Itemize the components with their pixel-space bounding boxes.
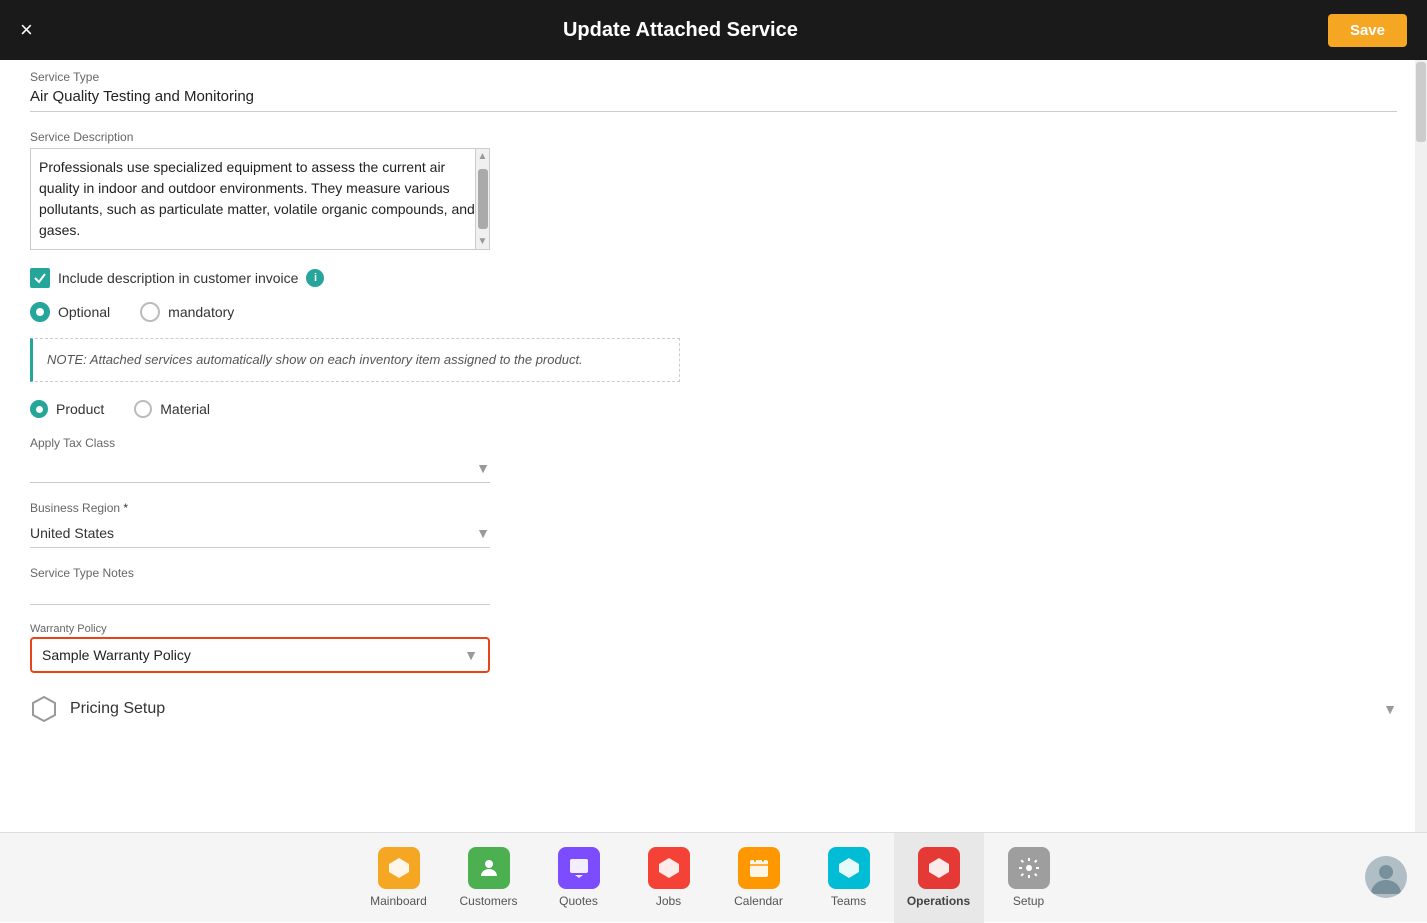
- mandatory-radio[interactable]: [140, 302, 160, 322]
- mainboard-icon: [378, 847, 420, 889]
- quotes-label: Quotes: [559, 894, 598, 908]
- business-region-value: United States: [30, 525, 476, 541]
- description-wrapper: Professionals use specialized equipment …: [30, 148, 490, 250]
- service-description-label: Service Description: [30, 130, 1397, 144]
- description-scrollbar[interactable]: ▲ ▼: [475, 149, 489, 249]
- quotes-icon: [558, 847, 600, 889]
- material-radio[interactable]: [134, 400, 152, 418]
- business-region-dropdown[interactable]: United States ▼: [30, 519, 490, 548]
- service-type-value: Air Quality Testing and Monitoring: [30, 88, 1397, 112]
- sidebar-item-operations[interactable]: Operations: [894, 833, 984, 923]
- info-icon[interactable]: i: [306, 269, 324, 287]
- sidebar-item-teams[interactable]: Teams: [804, 833, 894, 923]
- service-type-label: Service Type: [30, 70, 1397, 84]
- sidebar-item-mainboard[interactable]: Mainboard: [354, 833, 444, 923]
- main-scroll-thumb: [1416, 62, 1426, 142]
- apply-tax-class-dropdown[interactable]: ▼: [30, 454, 490, 483]
- warranty-policy-field: Warranty Policy Sample Warranty Policy ▼: [30, 623, 1397, 673]
- avatar[interactable]: [1365, 856, 1407, 898]
- warranty-policy-label: Warranty Policy: [30, 623, 1397, 635]
- calendar-icon: [738, 847, 780, 889]
- jobs-icon: [648, 847, 690, 889]
- sidebar-item-quotes[interactable]: Quotes: [534, 833, 624, 923]
- description-text: Professionals use specialized equipment …: [31, 149, 489, 249]
- product-label: Product: [56, 401, 104, 417]
- business-region-arrow-icon: ▼: [476, 525, 490, 541]
- teams-icon: [828, 847, 870, 889]
- tax-class-arrow-icon: ▼: [476, 460, 490, 476]
- customers-label: Customers: [459, 894, 517, 908]
- pricing-setup-label: Pricing Setup: [70, 700, 165, 718]
- teams-label: Teams: [831, 894, 866, 908]
- product-radio[interactable]: [30, 400, 48, 418]
- sidebar-item-jobs[interactable]: Jobs: [624, 833, 714, 923]
- scroll-up-arrow[interactable]: ▲: [478, 151, 488, 162]
- setup-icon: [1008, 847, 1050, 889]
- main-scrollbar[interactable]: [1415, 60, 1427, 832]
- service-type-field: Service Type Air Quality Testing and Mon…: [30, 60, 1397, 112]
- sidebar-item-setup[interactable]: Setup: [984, 833, 1074, 923]
- operations-icon: [918, 847, 960, 889]
- service-type-notes-input[interactable]: [30, 584, 490, 605]
- note-text: NOTE: Attached services automatically sh…: [47, 352, 583, 367]
- operations-label: Operations: [907, 894, 970, 908]
- service-type-notes-label: Service Type Notes: [30, 566, 1397, 580]
- warranty-policy-value: Sample Warranty Policy: [42, 647, 464, 663]
- business-region-label: Business Region: [30, 501, 1397, 515]
- optional-radio[interactable]: [30, 302, 50, 322]
- jobs-label: Jobs: [656, 894, 681, 908]
- mandatory-radio-item[interactable]: mandatory: [140, 302, 234, 322]
- bottom-nav: Mainboard Customers Quotes Jobs Calendar…: [0, 832, 1427, 922]
- include-description-checkbox[interactable]: [30, 268, 50, 288]
- material-radio-item[interactable]: Material: [134, 400, 210, 418]
- close-button[interactable]: ×: [20, 19, 33, 41]
- sidebar-item-customers[interactable]: Customers: [444, 833, 534, 923]
- product-radio-item[interactable]: Product: [30, 400, 104, 418]
- include-description-label: Include description in customer invoice: [58, 270, 298, 286]
- main-content: Service Type Air Quality Testing and Mon…: [0, 60, 1427, 832]
- page-title: Update Attached Service: [33, 19, 1328, 42]
- pricing-chevron-icon: ▼: [1383, 701, 1397, 717]
- business-region-field: Business Region United States ▼: [30, 501, 1397, 548]
- note-box: NOTE: Attached services automatically sh…: [30, 338, 680, 382]
- scroll-thumb: [478, 169, 488, 229]
- apply-tax-class-field: Apply Tax Class ▼: [30, 436, 1397, 483]
- mandatory-label: mandatory: [168, 304, 234, 320]
- service-type-notes-field: Service Type Notes: [30, 566, 1397, 605]
- customers-icon: [468, 847, 510, 889]
- pricing-setup-row[interactable]: Pricing Setup ▼: [30, 695, 1397, 723]
- optional-mandatory-row: Optional mandatory: [30, 302, 1397, 322]
- header: × Update Attached Service Save: [0, 0, 1427, 60]
- optional-label: Optional: [58, 304, 110, 320]
- mainboard-label: Mainboard: [370, 894, 427, 908]
- sidebar-item-calendar[interactable]: Calendar: [714, 833, 804, 923]
- apply-tax-class-label: Apply Tax Class: [30, 436, 1397, 450]
- warranty-policy-dropdown[interactable]: Sample Warranty Policy ▼: [30, 637, 490, 673]
- include-description-row: Include description in customer invoice …: [30, 268, 1397, 288]
- product-material-row: Product Material: [30, 400, 1397, 418]
- save-button[interactable]: Save: [1328, 14, 1407, 47]
- warranty-arrow-icon: ▼: [464, 647, 478, 663]
- scroll-down-arrow[interactable]: ▼: [478, 236, 488, 247]
- setup-label: Setup: [1013, 894, 1044, 908]
- pricing-setup-icon: [30, 695, 58, 723]
- service-description-field: Service Description Professionals use sp…: [30, 130, 1397, 250]
- optional-radio-item[interactable]: Optional: [30, 302, 110, 322]
- calendar-label: Calendar: [734, 894, 783, 908]
- material-label: Material: [160, 401, 210, 417]
